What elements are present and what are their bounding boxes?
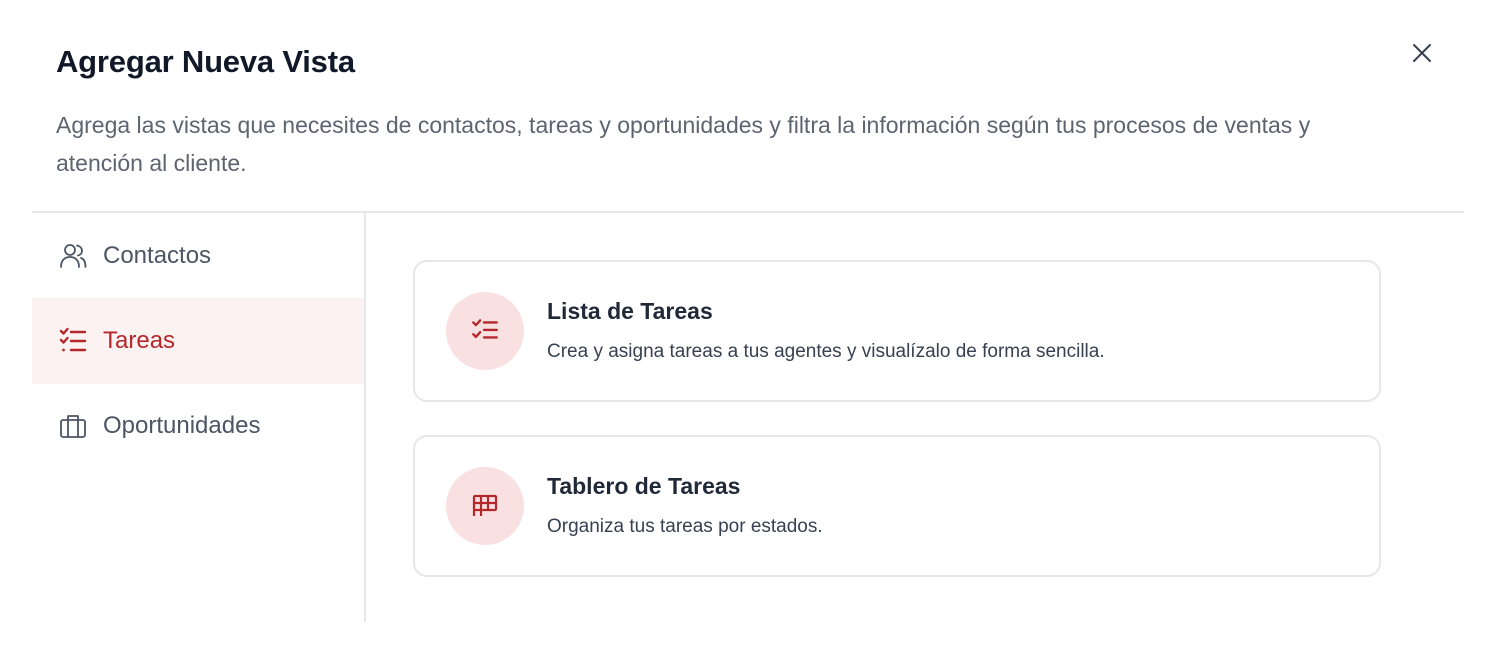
- add-view-modal: Agregar Nueva Vista Agrega las vistas qu…: [0, 0, 1504, 658]
- modal-description: Agrega las vistas que necesites de conta…: [56, 112, 1311, 176]
- sidebar-item-contactos[interactable]: Contactos: [32, 213, 364, 299]
- card-icon-background: [446, 292, 524, 370]
- view-card-description: Organiza tus tareas por estados.: [547, 516, 823, 537]
- view-card-lista-de-tareas[interactable]: Lista de Tareas Crea y asigna tareas a t…: [413, 260, 1381, 402]
- checklist-icon: [472, 319, 498, 339]
- sidebar-item-oportunidades[interactable]: Oportunidades: [32, 383, 364, 469]
- view-card-title: Lista de Tareas: [547, 298, 713, 324]
- sidebar-item-label: Oportunidades: [103, 412, 261, 439]
- view-card-title: Tablero de Tareas: [547, 473, 741, 499]
- sidebar-item-tareas[interactable]: Tareas: [32, 298, 364, 384]
- card-icon-background: [446, 467, 524, 545]
- view-card-description: Crea y asigna tareas a tus agentes y vis…: [547, 341, 1105, 362]
- checklist-icon: [57, 325, 89, 357]
- sidebar-item-label: Tareas: [103, 327, 176, 354]
- users-icon: [57, 240, 89, 272]
- briefcase-icon: [57, 410, 89, 442]
- close-button[interactable]: [1405, 36, 1439, 70]
- kanban-board-icon: [472, 494, 498, 516]
- view-card-tablero-de-tareas[interactable]: Tablero de Tareas Organiza tus tareas po…: [413, 435, 1381, 577]
- modal-title: Agregar Nueva Vista: [56, 44, 355, 79]
- sidebar-divider: [364, 213, 366, 622]
- close-icon: [1413, 44, 1431, 62]
- sidebar-item-label: Contactos: [103, 242, 212, 269]
